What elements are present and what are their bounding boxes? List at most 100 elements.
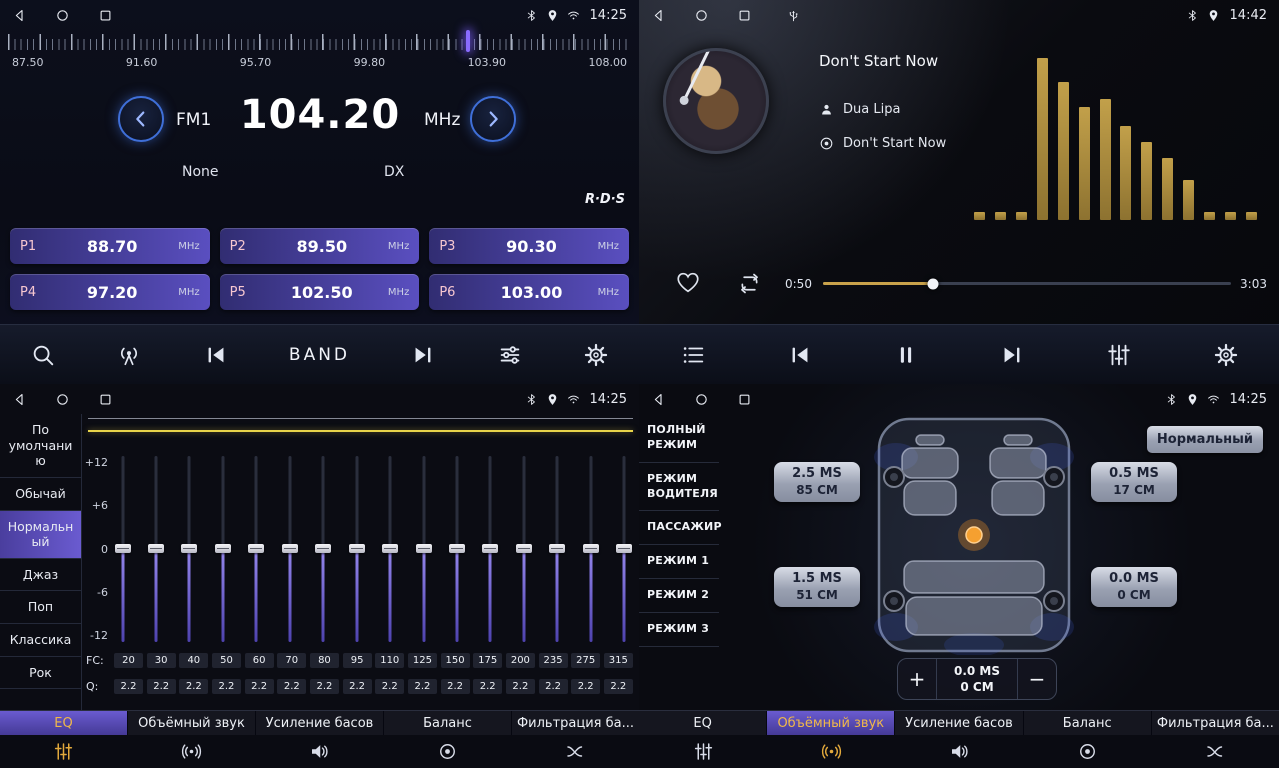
eq-preset-item[interactable]: Джаз [0,559,81,592]
eq-slider-handle[interactable] [115,544,131,553]
eq-band-slider[interactable] [181,456,198,642]
decrease-delay-button[interactable]: − [1018,659,1056,699]
bass-boost-icon[interactable] [895,741,1023,762]
recents-icon[interactable] [737,392,752,407]
audio-settings-icon[interactable] [497,342,523,368]
eq-band-slider[interactable] [549,456,566,642]
preset-button-p5[interactable]: P5102.50MHz [220,274,420,310]
eq-preset-item[interactable]: Классика [0,624,81,657]
sound-mode-item[interactable]: РЕЖИМ ВОДИТЕЛЯ [639,463,719,512]
progress-knob[interactable] [928,278,939,289]
bass-boost-icon[interactable] [256,741,384,762]
favorite-icon[interactable] [675,270,701,300]
back-icon[interactable] [651,392,666,407]
filter-icon[interactable] [1151,741,1279,762]
eq-slider-handle[interactable] [315,544,331,553]
band-button[interactable]: BAND [289,345,350,365]
eq-slider-handle[interactable] [382,544,398,553]
eq-preset-item[interactable]: Рок [0,657,81,690]
eq-band-slider[interactable] [281,456,298,642]
preset-button-p2[interactable]: P289.50MHz [220,228,420,264]
previous-track-icon[interactable] [787,342,813,368]
eq-slider-handle[interactable] [215,544,231,553]
eq-slider-handle[interactable] [416,544,432,553]
tune-up-button[interactable] [470,96,516,142]
eq-band-slider[interactable] [482,456,499,642]
preset-button-p3[interactable]: P390.30MHz [429,228,629,264]
eq-slider-handle[interactable] [449,544,465,553]
eq-band-slider[interactable] [616,456,633,642]
progress-slider[interactable] [823,282,1231,285]
preset-button-p1[interactable]: P188.70MHz [10,228,210,264]
eq-slider-handle[interactable] [349,544,365,553]
delay-button-rear-left[interactable]: 1.5 MS51 CM [774,567,860,607]
eq-slider-handle[interactable] [482,544,498,553]
surround-sound-icon[interactable] [128,741,256,762]
eq-band-slider[interactable] [515,456,532,642]
eq-band-slider[interactable] [147,456,164,642]
home-icon[interactable] [55,8,70,23]
next-station-icon[interactable] [410,342,436,368]
surround-sound-icon[interactable] [767,741,895,762]
sound-mode-item[interactable]: РЕЖИМ 3 [639,613,719,647]
tab-surround[interactable]: Объёмный звук [767,711,895,735]
eq-band-slider[interactable] [214,456,231,642]
eq-band-slider[interactable] [415,456,432,642]
frequency-scale[interactable]: 87.5091.6095.7099.80103.90108.00 [8,34,631,82]
eq-preset-item[interactable]: Нормальный [0,511,81,559]
playlist-icon[interactable] [680,342,706,368]
eq-preset-item[interactable]: Поп [0,591,81,624]
tab-bass[interactable]: Усиление басов [895,711,1023,735]
eq-band-slider[interactable] [449,456,466,642]
settings-gear-icon[interactable] [583,342,609,368]
tab-filter[interactable]: Фильтрация ба... [512,711,639,735]
album-art[interactable] [663,48,769,154]
preset-button[interactable]: Нормальный [1147,426,1263,453]
eq-slider-handle[interactable] [148,544,164,553]
eq-band-slider[interactable] [114,456,131,642]
eq-slider-handle[interactable] [248,544,264,553]
equalizer-icon[interactable] [1106,342,1132,368]
filter-icon[interactable] [511,741,639,762]
preset-button-p6[interactable]: P6103.00MHz [429,274,629,310]
sound-mode-item[interactable]: ПАССАЖИР [639,511,719,545]
back-icon[interactable] [651,8,666,23]
home-icon[interactable] [55,392,70,407]
tab-eq[interactable]: EQ [639,711,767,735]
delay-button-front-left[interactable]: 2.5 MS85 CM [774,462,860,502]
back-icon[interactable] [12,8,27,23]
balance-icon[interactable] [1023,741,1151,762]
eq-slider-handle[interactable] [282,544,298,553]
eq-sliders-icon[interactable] [639,741,767,762]
tab-balance[interactable]: Баланс [384,711,512,735]
home-icon[interactable] [694,392,709,407]
tab-balance[interactable]: Баланс [1024,711,1152,735]
back-icon[interactable] [12,392,27,407]
repeat-icon[interactable] [737,271,762,300]
recents-icon[interactable] [98,392,113,407]
sound-mode-item[interactable]: РЕЖИМ 1 [639,545,719,579]
broadcast-scan-icon[interactable] [116,342,142,368]
eq-band-slider[interactable] [348,456,365,642]
balance-icon[interactable] [383,741,511,762]
tab-surround[interactable]: Объёмный звук [128,711,256,735]
tab-bass[interactable]: Усиление басов [256,711,384,735]
search-icon[interactable] [30,342,56,368]
eq-band-slider[interactable] [315,456,332,642]
delay-button-rear-right[interactable]: 0.0 MS0 CM [1091,567,1177,607]
eq-preset-item[interactable]: Обычай [0,478,81,511]
pause-icon[interactable] [894,343,918,367]
increase-delay-button[interactable]: + [898,659,936,699]
next-track-icon[interactable] [999,342,1025,368]
recents-icon[interactable] [737,8,752,23]
sound-mode-item[interactable]: ПОЛНЫЙ РЕЖИМ [639,414,719,463]
settings-gear-icon[interactable] [1213,342,1239,368]
eq-band-slider[interactable] [382,456,399,642]
eq-slider-handle[interactable] [583,544,599,553]
delay-button-front-right[interactable]: 0.5 MS17 CM [1091,462,1177,502]
eq-slider-handle[interactable] [549,544,565,553]
home-icon[interactable] [694,8,709,23]
tab-eq[interactable]: EQ [0,711,128,735]
eq-sliders-icon[interactable] [0,741,128,762]
eq-preset-item[interactable]: По умолчанию [0,414,81,478]
